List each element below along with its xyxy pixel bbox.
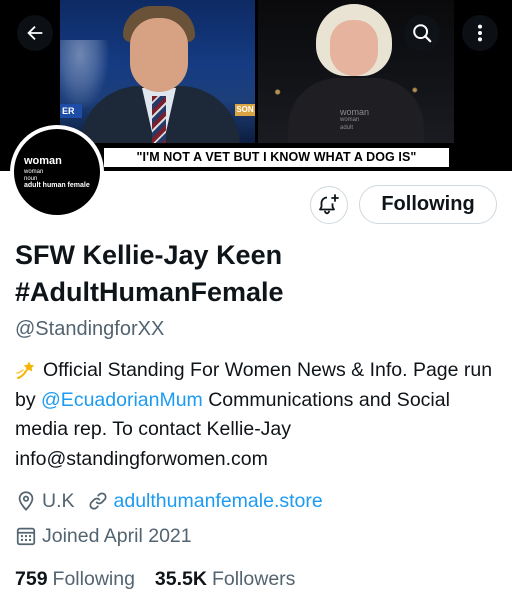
- handle: @StandingforXX: [15, 318, 165, 340]
- banner-shirt-text: woman woman adult: [340, 108, 369, 132]
- banner-left-panel: ER SON: [60, 0, 255, 143]
- notifications-button[interactable]: [310, 186, 348, 224]
- shirt-line-3: adult: [340, 125, 354, 131]
- banner-quote: "I'M NOT A VET BUT I KNOW WHAT A DOG IS": [136, 150, 417, 164]
- back-button[interactable]: [17, 15, 53, 51]
- following-button[interactable]: Following: [359, 185, 497, 224]
- following-stat[interactable]: 759 Following: [15, 568, 135, 591]
- avatar-line-1: woman: [24, 155, 62, 167]
- banner-woman-face: [330, 20, 378, 76]
- followers-stat[interactable]: 35.5K Followers: [155, 568, 295, 591]
- more-button[interactable]: [462, 15, 498, 51]
- following-label: Following: [52, 567, 135, 590]
- followers-count: 35.5K: [154, 567, 207, 590]
- bio: Official Standing For Women News & Info.…: [15, 356, 505, 474]
- joined-text: Joined April 2021: [42, 524, 192, 547]
- follow-stats: 759 Following 35.5K Followers: [15, 564, 295, 594]
- banner-lower-third-left: ER: [60, 104, 82, 118]
- shirt-line-2: woman: [340, 117, 360, 123]
- banner-man-tie: [152, 96, 166, 143]
- avatar-line-2: woman: [24, 169, 44, 175]
- search-button[interactable]: [404, 15, 440, 51]
- shirt-line-1: woman: [340, 107, 370, 117]
- bio-mention-link[interactable]: @EcuadorianMum: [41, 389, 203, 411]
- calendar-icon: [16, 527, 36, 546]
- more-vertical-icon: [477, 24, 483, 42]
- arrow-left-icon: [27, 25, 43, 41]
- banner-quote-bar: "I'M NOT A VET BUT I KNOW WHAT A DOG IS": [104, 148, 449, 167]
- link-icon: [88, 492, 107, 510]
- followers-label: Followers: [211, 567, 296, 590]
- display-name: SFW Kellie-Jay Keen #AdultHumanFemale: [15, 240, 284, 307]
- location-text: U.K: [42, 489, 75, 512]
- joined-row: Joined April 2021: [15, 521, 192, 551]
- following-count: 759: [15, 567, 48, 590]
- search-icon: [413, 24, 432, 43]
- banner-lower-third-right: SON: [235, 104, 255, 116]
- banner-man-face: [130, 18, 188, 92]
- bell-plus-icon: [319, 194, 339, 215]
- dizzy-star-icon: [16, 361, 35, 379]
- avatar-line-4: adult human female: [24, 182, 90, 189]
- location-pin-icon: [18, 491, 34, 511]
- profile-meta-row: U.K adulthumanfemale.store: [15, 486, 323, 516]
- website-link[interactable]: adulthumanfemale.store: [114, 490, 323, 513]
- avatar[interactable]: woman woman noun adult human female: [10, 125, 104, 219]
